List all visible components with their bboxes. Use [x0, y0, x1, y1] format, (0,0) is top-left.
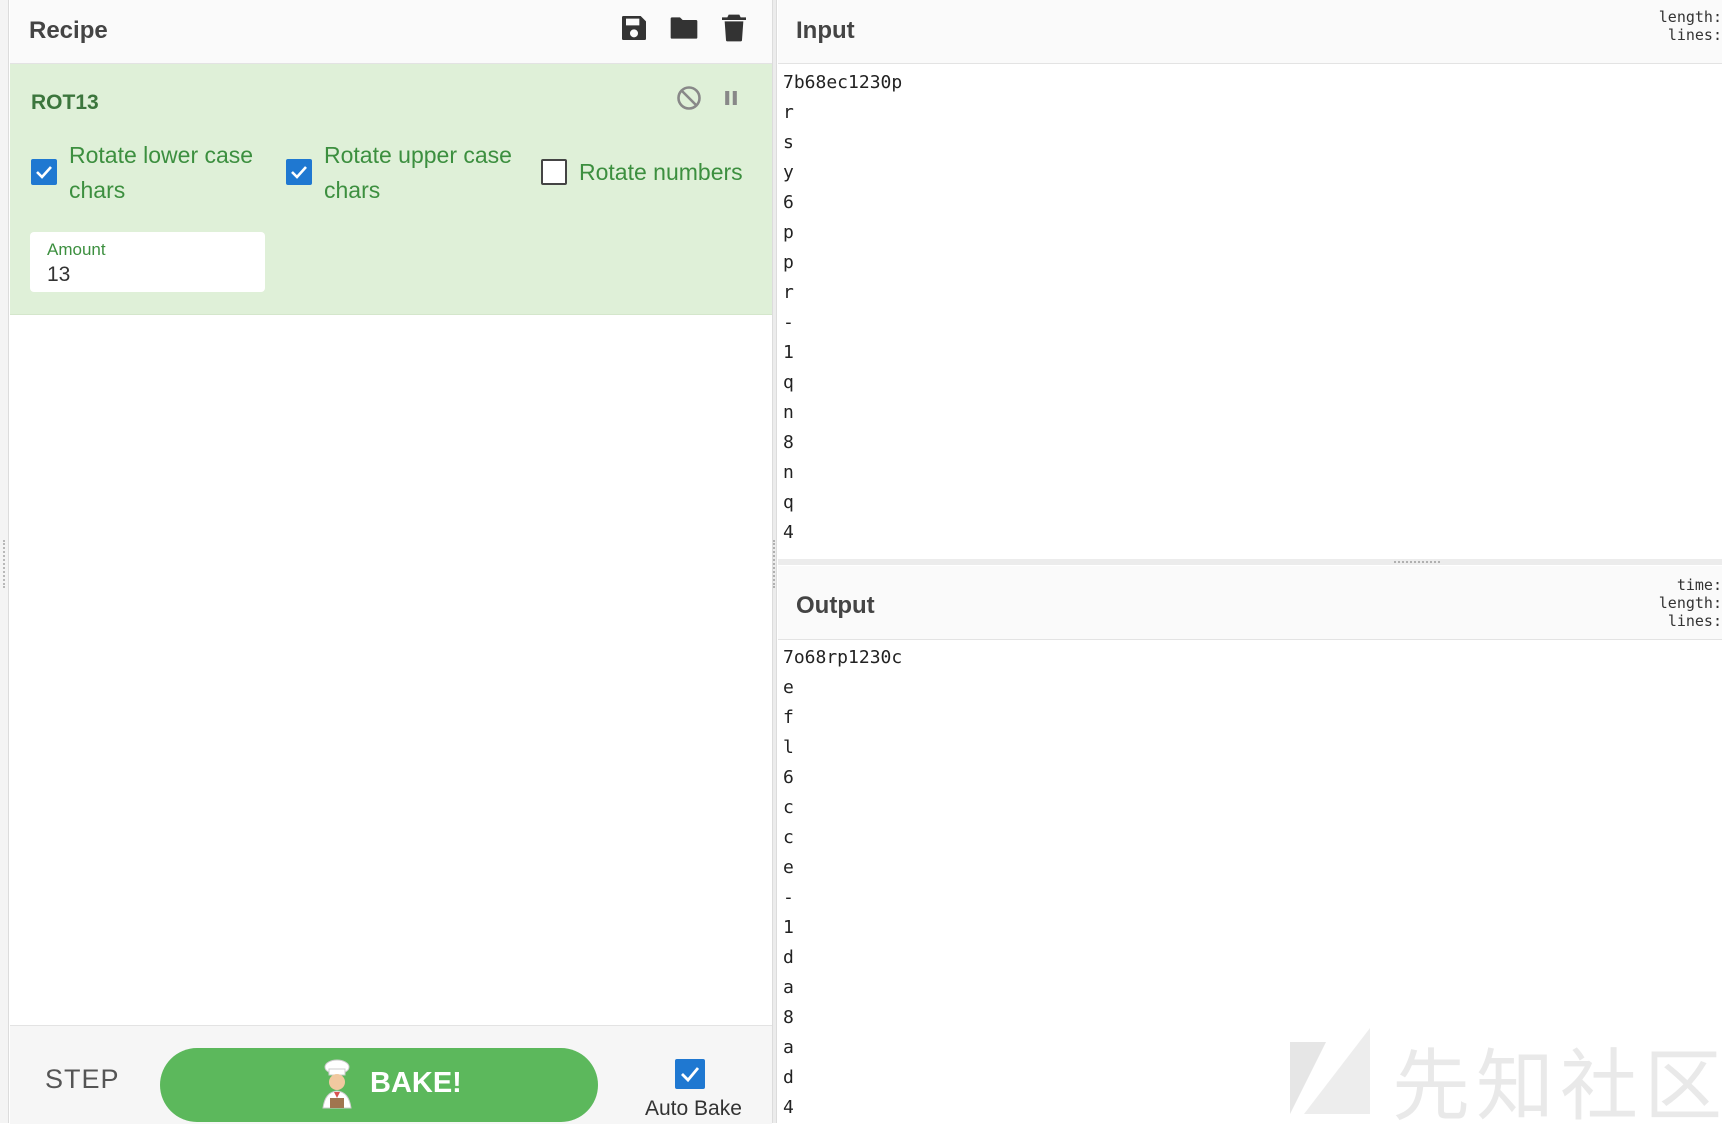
output-line: 1: [783, 917, 794, 938]
input-line: 6: [783, 192, 794, 213]
input-line: r: [783, 102, 794, 123]
input-line: y: [783, 162, 794, 183]
input-stats: length: lines:: [1659, 8, 1722, 44]
output-line: -: [783, 887, 794, 908]
rotate-lower-checkbox[interactable]: [31, 159, 57, 185]
auto-bake-checkbox[interactable]: [675, 1059, 705, 1089]
input-line: n: [783, 402, 794, 423]
bake-button[interactable]: BAKE!: [160, 1048, 598, 1122]
input-stat-lines: lines:: [1667, 26, 1722, 44]
output-line: e: [783, 857, 794, 878]
output-title: Output: [796, 592, 875, 619]
rot13-operation: ROT13 Rotate lower case chars Rotate upp…: [10, 64, 772, 315]
trash-icon[interactable]: [718, 12, 750, 44]
input-textarea[interactable]: 7b68ec1230p r s y 6 p p r -1 q n 8 n q 4: [783, 68, 1713, 558]
watermark-logo: [1290, 1028, 1370, 1114]
output-line: c: [783, 797, 794, 818]
rotate-numbers-checkbox[interactable]: [541, 159, 567, 185]
resize-grip[interactable]: [3, 540, 8, 588]
rotate-numbers-label: Rotate numbers: [579, 159, 743, 185]
breakpoint-icon[interactable]: [717, 84, 745, 112]
output-line: c: [783, 827, 794, 848]
input-line: 8: [783, 432, 794, 453]
folder-icon[interactable]: [668, 12, 700, 44]
watermark: 先知社区: [1290, 1022, 1722, 1132]
auto-bake-label: Auto Bake: [645, 1097, 742, 1120]
output-line: l: [783, 737, 794, 758]
operation-name: ROT13: [31, 91, 99, 114]
input-line: r: [783, 282, 794, 303]
input-line: 1: [783, 342, 794, 363]
output-stat-length: length:: [1658, 594, 1722, 612]
input-header: Input length: lines:: [778, 0, 1722, 64]
amount-field[interactable]: Amount 13: [30, 232, 265, 292]
chef-icon: [322, 1059, 352, 1109]
output-header: Output time: length: lines:: [778, 566, 1722, 640]
input-line: q: [783, 492, 794, 513]
rotate-lower-label: Rotate lower case chars: [69, 142, 254, 203]
input-line: -: [783, 312, 794, 333]
input-line: p: [783, 222, 794, 243]
input-line: s: [783, 132, 794, 153]
input-title: Input: [796, 17, 855, 44]
recipe-footer: STEP BAKE! Auto Bake: [10, 1025, 772, 1124]
disable-icon[interactable]: [675, 84, 703, 112]
output-line: e: [783, 677, 794, 698]
input-line: 7b68ec1230p: [783, 72, 903, 93]
io-splitter[interactable]: [778, 559, 1722, 565]
output-line: 7o68rp1230c: [783, 647, 903, 668]
save-icon[interactable]: [618, 12, 650, 44]
output-stat-time: time:: [1676, 576, 1722, 594]
watermark-text: 先知社区: [1392, 1042, 1722, 1132]
panel-divider[interactable]: [772, 0, 777, 1123]
recipe-title: Recipe: [29, 17, 108, 44]
step-button[interactable]: STEP: [45, 1064, 120, 1095]
recipe-header: Recipe: [10, 0, 772, 64]
output-line: 6: [783, 767, 794, 788]
recipe-panel: Recipe ROT13 Rotate lower case chars Rot…: [10, 0, 772, 1124]
output-line: f: [783, 707, 794, 728]
rotate-upper-label: Rotate upper case chars: [324, 142, 512, 203]
amount-value[interactable]: 13: [47, 263, 70, 287]
output-stats: time: length: lines:: [1659, 576, 1722, 630]
input-line: n: [783, 462, 794, 483]
output-stat-lines: lines:: [1667, 612, 1722, 630]
input-line: q: [783, 372, 794, 393]
splitter-grip[interactable]: [1394, 561, 1440, 565]
input-line: p: [783, 252, 794, 273]
input-stat-length: length:: [1658, 8, 1722, 26]
output-line: d: [783, 947, 794, 968]
left-sidebar-strip: [0, 0, 9, 1123]
input-line: 4: [783, 522, 794, 543]
rotate-upper-checkbox[interactable]: [286, 159, 312, 185]
bake-label: BAKE!: [370, 1067, 462, 1099]
output-line: a: [783, 977, 794, 998]
amount-label: Amount: [47, 240, 106, 259]
